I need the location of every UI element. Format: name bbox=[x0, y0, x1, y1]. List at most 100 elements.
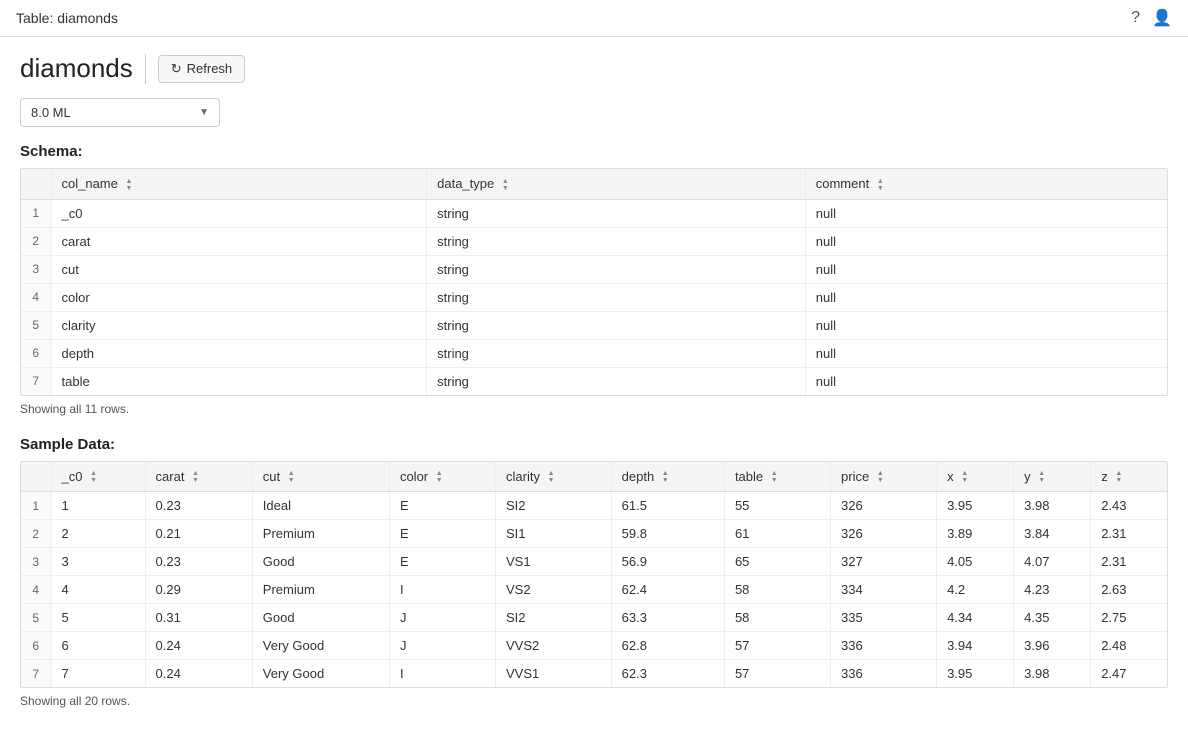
sort-icons-_c0: ▲▼ bbox=[90, 470, 97, 484]
schema-section-title: Schema: bbox=[20, 143, 1168, 160]
table-row: 4 color string null bbox=[21, 283, 1167, 311]
row-number: 6 bbox=[21, 339, 51, 367]
row-number: 6 bbox=[21, 632, 51, 660]
data-type-cell: string bbox=[427, 339, 806, 367]
sample-col-color[interactable]: color ▲▼ bbox=[389, 462, 495, 492]
schema-col-name[interactable]: col_name ▲▼ bbox=[51, 169, 427, 199]
row-number: 7 bbox=[21, 367, 51, 395]
row-number: 4 bbox=[21, 283, 51, 311]
price-cell: 327 bbox=[831, 548, 937, 576]
sample-col-_c0[interactable]: _c0 ▲▼ bbox=[51, 462, 145, 492]
sample-col-x[interactable]: x ▲▼ bbox=[937, 462, 1014, 492]
x-cell: 4.2 bbox=[937, 576, 1014, 604]
sort-icons-col-name: ▲▼ bbox=[125, 178, 132, 192]
x-cell: 4.05 bbox=[937, 548, 1014, 576]
table-cell: 58 bbox=[724, 604, 830, 632]
depth-cell: 61.5 bbox=[611, 492, 724, 520]
clarity-cell: VS2 bbox=[496, 576, 612, 604]
data-type-cell: string bbox=[427, 311, 806, 339]
depth-cell: 62.8 bbox=[611, 632, 724, 660]
z-cell: 2.43 bbox=[1091, 492, 1167, 520]
price-cell: 326 bbox=[831, 520, 937, 548]
table-row: 1 _c0 string null bbox=[21, 199, 1167, 227]
page-header: diamonds ↻ Refresh bbox=[20, 53, 1168, 84]
depth-cell: 59.8 bbox=[611, 520, 724, 548]
clarity-cell: VS1 bbox=[496, 548, 612, 576]
table-cell: 57 bbox=[724, 632, 830, 660]
x-cell: 4.34 bbox=[937, 604, 1014, 632]
top-bar: Table: diamonds ? 👤 bbox=[0, 0, 1188, 37]
_c0-cell: 7 bbox=[51, 660, 145, 688]
version-dropdown[interactable]: 8.0 ML ▼ bbox=[20, 98, 220, 127]
sample-col-clarity[interactable]: clarity ▲▼ bbox=[496, 462, 612, 492]
sort-icons-color: ▲▼ bbox=[436, 470, 443, 484]
z-cell: 2.63 bbox=[1091, 576, 1167, 604]
cut-cell: Ideal bbox=[252, 492, 389, 520]
z-cell: 2.31 bbox=[1091, 548, 1167, 576]
sort-icons-y: ▲▼ bbox=[1038, 470, 1045, 484]
sample-col-price[interactable]: price ▲▼ bbox=[831, 462, 937, 492]
sample-col-cut[interactable]: cut ▲▼ bbox=[252, 462, 389, 492]
table-row: 7 table string null bbox=[21, 367, 1167, 395]
sort-icons-comment: ▲▼ bbox=[877, 178, 884, 192]
sample-col-y[interactable]: y ▲▼ bbox=[1014, 462, 1091, 492]
schema-table: col_name ▲▼ data_type ▲▼ comment ▲▼ bbox=[21, 169, 1167, 395]
sample-col-table[interactable]: table ▲▼ bbox=[724, 462, 830, 492]
price-cell: 336 bbox=[831, 632, 937, 660]
y-cell: 4.35 bbox=[1014, 604, 1091, 632]
_c0-cell: 2 bbox=[51, 520, 145, 548]
data-type-cell: string bbox=[427, 367, 806, 395]
color-cell: E bbox=[389, 492, 495, 520]
chevron-down-icon: ▼ bbox=[199, 107, 209, 118]
col-name-cell: depth bbox=[51, 339, 427, 367]
carat-cell: 0.23 bbox=[145, 492, 252, 520]
cut-cell: Premium bbox=[252, 520, 389, 548]
col-name-cell: _c0 bbox=[51, 199, 427, 227]
y-cell: 3.96 bbox=[1014, 632, 1091, 660]
clarity-cell: VVS1 bbox=[496, 660, 612, 688]
table-row: 330.23GoodEVS156.9653274.054.072.31 bbox=[21, 548, 1167, 576]
table-cell: 61 bbox=[724, 520, 830, 548]
sort-icons-cut: ▲▼ bbox=[288, 470, 295, 484]
y-cell: 4.07 bbox=[1014, 548, 1091, 576]
sort-icons-depth: ▲▼ bbox=[662, 470, 669, 484]
x-cell: 3.95 bbox=[937, 492, 1014, 520]
cut-cell: Very Good bbox=[252, 660, 389, 688]
x-cell: 3.94 bbox=[937, 632, 1014, 660]
col-name-cell: color bbox=[51, 283, 427, 311]
table-row: 220.21PremiumESI159.8613263.893.842.31 bbox=[21, 520, 1167, 548]
table-row: 2 carat string null bbox=[21, 227, 1167, 255]
comment-cell: null bbox=[805, 199, 1167, 227]
sample-col-z[interactable]: z ▲▼ bbox=[1091, 462, 1167, 492]
sample-section: Sample Data: _c0 ▲▼carat ▲▼cut ▲▼color ▲… bbox=[20, 436, 1168, 709]
table-row: 110.23IdealESI261.5553263.953.982.43 bbox=[21, 492, 1167, 520]
refresh-button[interactable]: ↻ Refresh bbox=[158, 55, 245, 83]
depth-cell: 62.3 bbox=[611, 660, 724, 688]
sort-icons-z: ▲▼ bbox=[1115, 470, 1122, 484]
user-icon[interactable]: 👤 bbox=[1152, 8, 1172, 28]
schema-col-data-type[interactable]: data_type ▲▼ bbox=[427, 169, 806, 199]
data-type-cell: string bbox=[427, 255, 806, 283]
sample-col-carat[interactable]: carat ▲▼ bbox=[145, 462, 252, 492]
schema-showing-text: Showing all 11 rows. bbox=[20, 402, 1168, 416]
x-cell: 3.95 bbox=[937, 660, 1014, 688]
schema-col-comment[interactable]: comment ▲▼ bbox=[805, 169, 1167, 199]
table-cell: 65 bbox=[724, 548, 830, 576]
row-number: 3 bbox=[21, 255, 51, 283]
table-row: 3 cut string null bbox=[21, 255, 1167, 283]
version-dropdown-value: 8.0 ML bbox=[31, 105, 71, 120]
sample-col-depth[interactable]: depth ▲▼ bbox=[611, 462, 724, 492]
y-cell: 4.23 bbox=[1014, 576, 1091, 604]
data-type-cell: string bbox=[427, 227, 806, 255]
z-cell: 2.31 bbox=[1091, 520, 1167, 548]
price-cell: 334 bbox=[831, 576, 937, 604]
color-cell: E bbox=[389, 548, 495, 576]
price-cell: 335 bbox=[831, 604, 937, 632]
carat-cell: 0.21 bbox=[145, 520, 252, 548]
carat-cell: 0.24 bbox=[145, 632, 252, 660]
sort-icons-x: ▲▼ bbox=[961, 470, 968, 484]
help-icon[interactable]: ? bbox=[1131, 9, 1140, 27]
comment-cell: null bbox=[805, 367, 1167, 395]
row-number: 3 bbox=[21, 548, 51, 576]
depth-cell: 62.4 bbox=[611, 576, 724, 604]
